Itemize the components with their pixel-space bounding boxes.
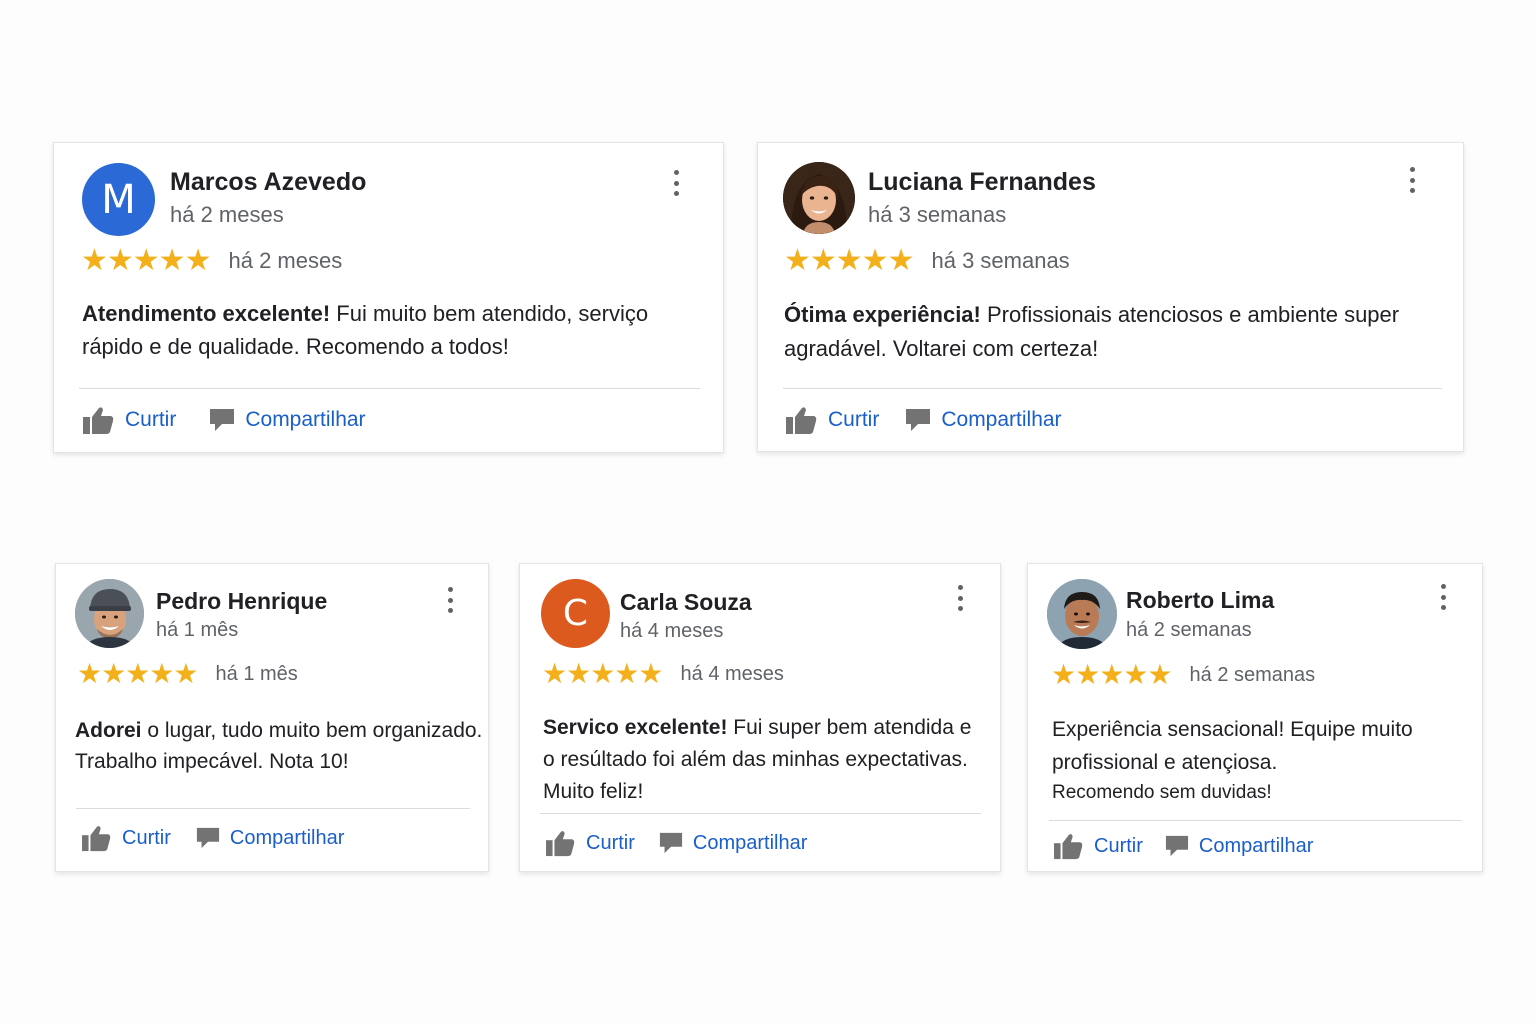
share-button[interactable]: Compartilhar [659, 831, 807, 855]
divider [1049, 820, 1462, 821]
thumbs-up-icon [785, 405, 818, 435]
divider [783, 388, 1442, 389]
more-options-icon[interactable] [672, 170, 680, 196]
reviewer-name: Carla Souza [620, 589, 752, 615]
star-rating: ★★★★★ [784, 244, 914, 277]
rating-row: ★★★★★ há 2 meses [81, 246, 342, 276]
comment-icon [659, 831, 683, 855]
star-rating: ★★★★★ [77, 658, 199, 689]
comment-icon [209, 407, 235, 433]
review-actions: Curtir Compartilhar [1053, 832, 1313, 860]
review-text: Servico excelente! Fui super bem atendid… [543, 712, 983, 808]
star-rating: ★★★★★ [81, 244, 211, 277]
review-date: há 2 semanas [1189, 663, 1316, 686]
avatar-photo [783, 162, 855, 234]
review-card: Pedro Henrique há 1 mês ★★★★★ há 1 mês A… [55, 563, 489, 872]
avatar-photo [75, 579, 144, 648]
rating-row: ★★★★★ há 2 semanas [1051, 661, 1315, 689]
comment-icon [196, 826, 220, 850]
reviewer-subtitle: há 4 meses [620, 620, 724, 642]
like-label: Curtir [586, 831, 635, 854]
divider [540, 813, 981, 814]
share-label: Compartilhar [229, 826, 345, 849]
review-card: M Marcos Azevedo há 2 meses ★★★★★ há 2 m… [53, 142, 724, 453]
review-date: há 3 semanas [931, 248, 1070, 273]
thumbs-up-icon [1053, 832, 1084, 860]
reviewer-name: Marcos Azevedo [170, 168, 367, 196]
reviewer-name: Pedro Henrique [156, 588, 328, 614]
avatar: M [82, 163, 155, 236]
like-button[interactable]: Curtir [81, 824, 171, 852]
review-actions: Curtir Compartilhar [785, 405, 1062, 435]
divider [79, 388, 700, 389]
review-text-bold: Atendimento excelente! [82, 301, 331, 326]
review-date: há 2 meses [228, 248, 343, 273]
share-button[interactable]: Compartilhar [209, 407, 366, 433]
more-options-icon[interactable] [956, 585, 964, 611]
star-rating: ★★★★★ [1051, 659, 1173, 690]
like-label: Curtir [125, 408, 177, 431]
review-text: Ótima experiência! Profissionais atencio… [784, 298, 1434, 366]
review-text-bold: Servico excelente! [543, 716, 728, 739]
review-text-extra: Recomendo sem duvidas! [1052, 782, 1272, 803]
review-date: há 1 mês [215, 662, 298, 685]
share-label: Compartilhar [692, 831, 808, 854]
review-text: Experiência sensacional! Equipe muito pr… [1052, 713, 1452, 807]
avatar [783, 162, 855, 234]
review-actions: Curtir Compartilhar [81, 824, 344, 852]
reviewer-subtitle: há 2 semanas [1126, 619, 1252, 641]
reviewer-name: Roberto Lima [1126, 587, 1275, 613]
star-rating: ★★★★★ [542, 658, 664, 689]
like-button[interactable]: Curtir [545, 829, 635, 857]
avatar: C [541, 579, 610, 648]
review-actions: Curtir Compartilhar [545, 829, 807, 857]
share-label: Compartilhar [1198, 834, 1314, 857]
reviewer-subtitle: há 1 mês [156, 619, 239, 641]
avatar-photo [1047, 579, 1117, 649]
reviewer-name: Luciana Fernandes [868, 168, 1096, 196]
like-button[interactable]: Curtir [1053, 832, 1143, 860]
rating-row: ★★★★★ há 3 semanas [784, 246, 1070, 276]
avatar [1047, 579, 1117, 649]
share-button[interactable]: Compartilhar [196, 826, 344, 850]
review-text: Adorei o lugar, tudo muito bem organizad… [75, 715, 485, 777]
review-card: C Carla Souza há 4 meses ★★★★★ há 4 mese… [519, 563, 1001, 872]
review-card: Luciana Fernandes há 3 semanas ★★★★★ há … [757, 142, 1464, 452]
share-label: Compartilhar [245, 408, 366, 431]
like-button[interactable]: Curtir [785, 405, 879, 435]
review-text-bold: Ótima experiência! [784, 302, 981, 327]
more-options-icon[interactable] [446, 587, 454, 613]
review-text-body: Experiência sensacional! Equipe muito pr… [1052, 718, 1413, 774]
comment-icon [1165, 834, 1189, 858]
avatar [75, 579, 144, 648]
reviewer-subtitle: há 3 semanas [868, 202, 1007, 227]
like-label: Curtir [1094, 834, 1143, 857]
more-options-icon[interactable] [1408, 167, 1416, 193]
share-label: Compartilhar [941, 408, 1062, 431]
review-date: há 4 meses [680, 662, 784, 685]
share-button[interactable]: Compartilhar [905, 407, 1062, 433]
thumbs-up-icon [82, 405, 115, 435]
thumbs-up-icon [81, 824, 112, 852]
comment-icon [905, 407, 931, 433]
more-options-icon[interactable] [1439, 584, 1447, 610]
share-button[interactable]: Compartilhar [1165, 834, 1313, 858]
like-button[interactable]: Curtir [82, 405, 176, 435]
thumbs-up-icon [545, 829, 576, 857]
review-text: Atendimento excelente! Fui muito bem ate… [82, 297, 692, 363]
review-actions: Curtir Compartilhar [82, 405, 366, 435]
reviewer-subtitle: há 2 meses [170, 202, 284, 227]
divider [76, 808, 470, 809]
review-card: Roberto Lima há 2 semanas ★★★★★ há 2 sem… [1027, 563, 1483, 872]
rating-row: ★★★★★ há 4 meses [542, 660, 784, 688]
like-label: Curtir [122, 826, 171, 849]
like-label: Curtir [828, 408, 880, 431]
review-text-bold: Adorei [75, 719, 142, 742]
rating-row: ★★★★★ há 1 mês [77, 660, 298, 688]
